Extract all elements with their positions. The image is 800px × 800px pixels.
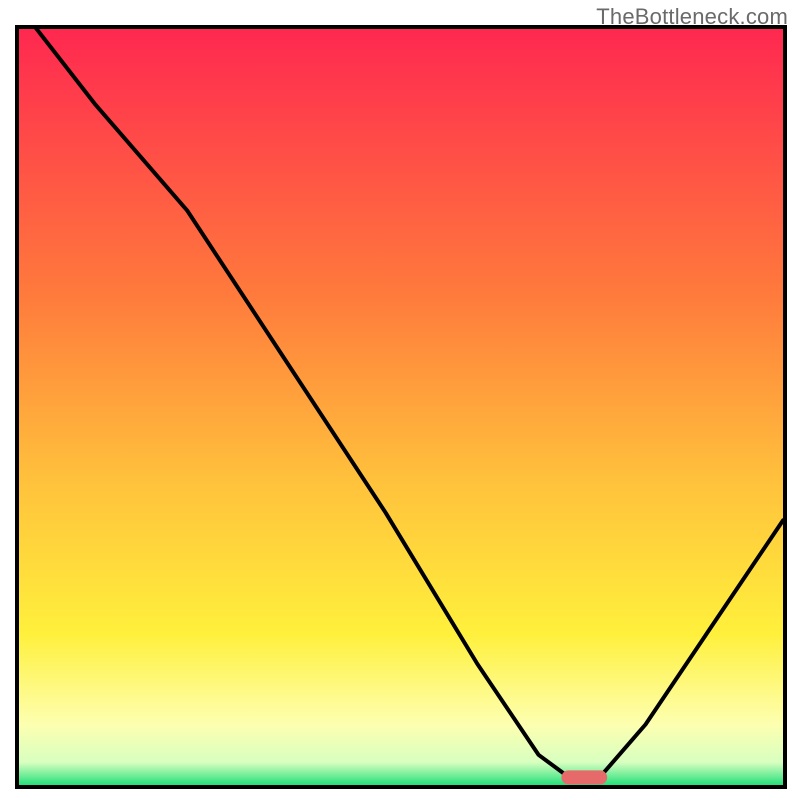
gradient-background	[19, 29, 783, 785]
optimal-marker	[561, 770, 607, 784]
chart-canvas	[0, 0, 800, 800]
attribution-label: TheBottleneck.com	[596, 4, 788, 30]
